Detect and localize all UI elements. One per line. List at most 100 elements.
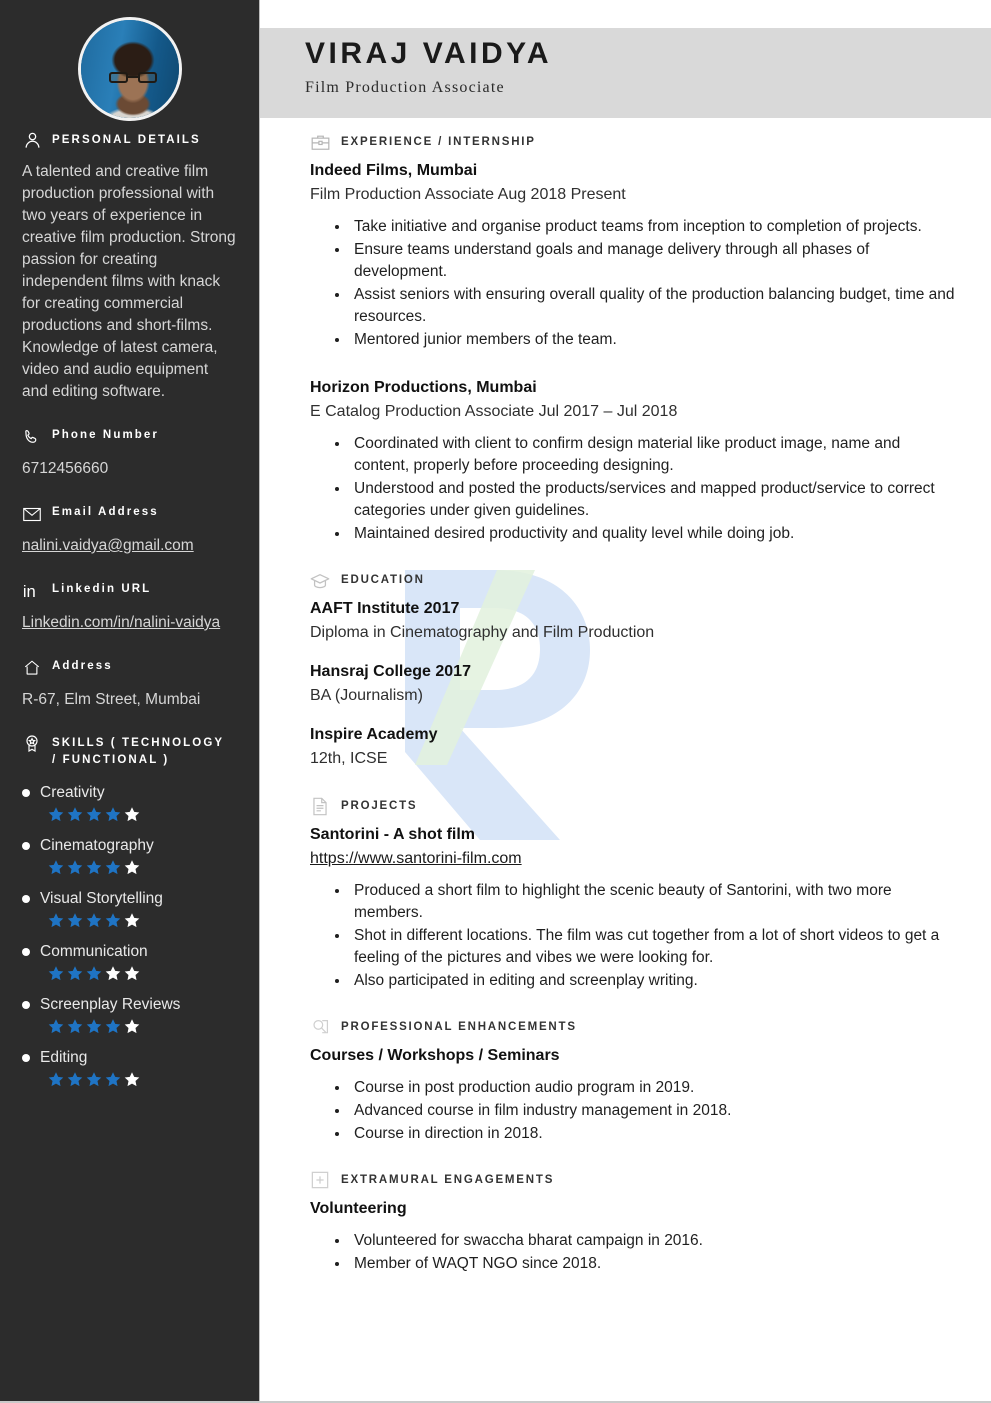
star-icon (47, 912, 65, 929)
bullet-item: Course in direction in 2018. (350, 1123, 959, 1145)
profile-photo (81, 20, 179, 118)
section-extramural-engagements: EXTRAMURAL ENGAGEMENTS (310, 1170, 959, 1190)
bullet-dot-icon (22, 841, 30, 850)
phone-value: 6712456660 (22, 460, 109, 477)
enhancements-entry: Courses / Workshops / Seminars Course in… (310, 1044, 959, 1145)
project-entry: Santorini - A shot film https://www.sant… (310, 823, 959, 992)
experience-title: EXPERIENCE / INTERNSHIP (341, 136, 536, 148)
sidebar: PERSONAL DETAILS A talented and creative… (0, 0, 260, 1401)
avatar (78, 17, 182, 121)
star-icon (85, 912, 103, 929)
star-icon (47, 859, 65, 876)
bullet-item: Course in post production audio program … (350, 1077, 959, 1099)
education-entry: Hansraj College 2017 BA (Journalism) (310, 660, 959, 708)
section-professional-enhancements: PROFESSIONAL ENHANCEMENTS (310, 1017, 959, 1037)
skill-item: Visual Storytelling (22, 890, 237, 929)
linkedin-icon: in (22, 581, 42, 601)
star-icon (104, 859, 122, 876)
bullet-list: Volunteered for swaccha bharat campaign … (310, 1230, 959, 1275)
briefcase-icon (310, 132, 330, 152)
skill-name: Creativity (40, 783, 105, 801)
star-icon (123, 965, 141, 982)
email-value[interactable]: nalini.vaidya@gmail.com (22, 535, 194, 557)
bullet-item: Advanced course in film industry managem… (350, 1100, 959, 1122)
skill-name: Editing (40, 1048, 88, 1066)
star-icon (85, 1071, 103, 1088)
skills-title: SKILLS ( TECHNOLOGY / FUNCTIONAL ) (52, 733, 224, 770)
bullet-item: Member of WAQT NGO since 2018. (350, 1253, 959, 1275)
linkedin-value[interactable]: Linkedin.com/in/nalini-vaidya (22, 612, 220, 634)
star-icon (66, 1071, 84, 1088)
bullet-item: Also participated in editing and screenp… (350, 970, 959, 992)
skill-rating (47, 912, 237, 929)
enhancements-subtitle: Courses / Workshops / Seminars (310, 1047, 560, 1064)
star-icon (123, 1071, 141, 1088)
section-education: EDUCATION (310, 570, 959, 590)
candidate-name: VIRAJ VAIDYA (305, 37, 553, 70)
star-icon (85, 859, 103, 876)
star-icon (47, 965, 65, 982)
person-icon (22, 130, 42, 150)
email-label: Email Address (52, 506, 159, 518)
skill-rating (47, 965, 237, 982)
resume-page: PERSONAL DETAILS A talented and creative… (0, 0, 991, 1403)
extramural-subtitle: Volunteering (310, 1200, 407, 1217)
star-icon (66, 859, 84, 876)
school-name: Inspire Academy (310, 726, 438, 743)
magnifier-document-icon (310, 1017, 330, 1037)
experience-entry: Horizon Productions, Mumbai E Catalog Pr… (310, 376, 959, 545)
degree-name: Diploma in Cinematography and Film Produ… (310, 624, 655, 641)
project-name: Santorini - A shot film (310, 826, 476, 843)
linkedin-label: Linkedin URL (52, 583, 152, 595)
bullet-list: Coordinated with client to confirm desig… (310, 433, 959, 545)
bullet-list: Take initiative and organise product tea… (310, 216, 959, 351)
star-icon (66, 912, 84, 929)
degree-name: BA (Journalism) (310, 687, 423, 704)
star-icon (47, 1018, 65, 1035)
skill-name: Cinematography (40, 836, 154, 854)
bullet-item: Mentored junior members of the team. (350, 329, 959, 351)
bullet-list: Produced a short film to highlight the s… (310, 880, 959, 992)
star-icon (66, 806, 84, 823)
projects-title: PROJECTS (341, 800, 418, 812)
skills-list: Creativity Cinematography Visual Storytell… (22, 784, 237, 1088)
personal-summary: A talented and creative film production … (22, 163, 236, 400)
star-icon (66, 965, 84, 982)
degree-name: 12th, ICSE (310, 750, 388, 767)
star-icon (123, 912, 141, 929)
skill-item: Screenplay Reviews (22, 996, 237, 1035)
phone-icon (22, 427, 42, 447)
section-experience: EXPERIENCE / INTERNSHIP (310, 132, 959, 152)
bullet-item: Ensure teams understand goals and manage… (350, 239, 959, 283)
skill-item: Creativity (22, 784, 237, 823)
skill-item: Editing (22, 1049, 237, 1088)
sidebar-section-linkedin: in Linkedin URL Linkedin.com/in/nalini-v… (22, 581, 237, 634)
header-text: VIRAJ VAIDYA Film Production Associate (305, 36, 552, 97)
bullet-item: Take initiative and organise product tea… (350, 216, 959, 238)
plus-box-icon (310, 1170, 330, 1190)
bullet-item: Shot in different locations. The film wa… (350, 925, 959, 969)
skill-rating (47, 806, 237, 823)
role-dates: E Catalog Production Associate Jul 2017 … (310, 403, 678, 420)
skill-name: Communication (40, 942, 148, 960)
skills-title-line1: SKILLS ( TECHNOLOGY (52, 737, 225, 749)
bullet-item: Coordinated with client to confirm desig… (350, 433, 959, 477)
school-name: AAFT Institute 2017 (310, 600, 460, 617)
skill-item: Communication (22, 943, 237, 982)
skill-rating (47, 1071, 237, 1088)
section-projects: PROJECTS (310, 796, 959, 816)
glasses-detail (109, 72, 157, 83)
bullet-item: Maintained desired productivity and qual… (350, 523, 959, 545)
envelope-icon (22, 504, 42, 524)
sidebar-section-skills: SKILLS ( TECHNOLOGY / FUNCTIONAL ) Creat… (22, 733, 237, 1088)
education-title: EDUCATION (341, 574, 425, 586)
personal-details-title: PERSONAL DETAILS (52, 134, 201, 146)
extramural-title: EXTRAMURAL ENGAGEMENTS (341, 1174, 555, 1186)
bullet-list: Course in post production audio program … (310, 1077, 959, 1145)
bullet-item: Understood and posted the products/servi… (350, 478, 959, 522)
graduation-cap-icon (310, 570, 330, 590)
project-url[interactable]: https://www.santorini-film.com (310, 847, 522, 871)
extramural-entry: Volunteering Volunteered for swaccha bha… (310, 1197, 959, 1275)
address-value: R-67, Elm Street, Mumbai (22, 691, 201, 708)
star-icon (85, 806, 103, 823)
